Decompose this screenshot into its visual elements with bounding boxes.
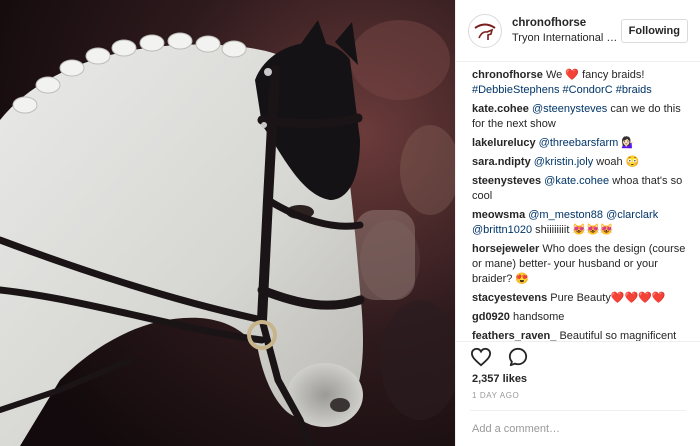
comment-username[interactable]: feathers_raven_ xyxy=(472,330,556,341)
post-timestamp[interactable]: 1 DAY AGO xyxy=(456,385,700,400)
header-text: chronofhorse Tryon International Equestr… xyxy=(512,17,621,44)
comment-text: woah 😳 xyxy=(596,156,640,168)
comment-text: Pure Beauty❤️❤️❤️❤️ xyxy=(550,292,666,304)
comment-item: sara.ndipty @kristin.joly woah 😳 xyxy=(472,155,688,170)
post-photo[interactable] xyxy=(0,0,455,446)
comment-username[interactable]: steenysteves xyxy=(472,175,541,187)
comment-username[interactable]: meowsma xyxy=(472,209,525,221)
comment-text: Beautiful so magnificent xyxy=(559,330,677,341)
caption-text-before: We xyxy=(545,69,563,81)
comment-username[interactable]: stacyestevens xyxy=(472,292,547,304)
comment-text: shiiiiiiiit 😻😻😻 xyxy=(535,224,614,236)
comment-username[interactable]: gd0920 xyxy=(472,311,510,323)
following-button[interactable]: Following xyxy=(620,18,688,43)
comment-item: meowsma @m_meston88 @clarclark @brittn10… xyxy=(472,208,688,238)
comment-username[interactable]: lakelurelucy xyxy=(472,137,536,149)
comments-list: chronofhorse We ❤️ fancy braids! #Debbie… xyxy=(456,62,700,341)
heart-outline-icon[interactable] xyxy=(470,347,492,367)
horse-photo-image xyxy=(0,0,455,446)
comment-mention[interactable]: @kristin.joly xyxy=(534,156,593,168)
instagram-post: chronofhorse Tryon International Equestr… xyxy=(0,0,700,446)
comment-text: handsome xyxy=(512,311,565,323)
heart-emoji: ❤️ xyxy=(565,69,580,81)
add-comment-box xyxy=(470,410,686,446)
likes-count[interactable]: 2,357 likes xyxy=(456,371,700,385)
caption-text-after: fancy braids! xyxy=(582,69,645,81)
username[interactable]: chronofhorse xyxy=(512,17,621,29)
avatar[interactable] xyxy=(468,13,502,48)
comment-item: stacyestevens Pure Beauty❤️❤️❤️❤️ xyxy=(472,291,688,306)
comment-mention[interactable]: @threebarsfarm xyxy=(539,137,619,149)
comment-username[interactable]: horsejeweler xyxy=(472,243,539,255)
comment-item: steenysteves @kate.cohee whoa that's so … xyxy=(472,174,688,204)
comment-mention[interactable]: @steenysteves xyxy=(532,103,607,115)
caption-username[interactable]: chronofhorse xyxy=(472,69,543,81)
action-bar xyxy=(456,341,700,371)
caption-hashtags[interactable]: #DebbieStephens #CondorC #braids xyxy=(472,84,652,96)
comment-mention[interactable]: @kate.cohee xyxy=(544,175,609,187)
comment-text: 💁🏻‍♀️ xyxy=(621,137,636,149)
comment-bubble-icon[interactable] xyxy=(508,347,528,367)
add-comment-input[interactable] xyxy=(472,422,686,435)
comment-item: kate.cohee @steenysteves can we do this … xyxy=(472,102,688,132)
caption: chronofhorse We ❤️ fancy braids! #Debbie… xyxy=(472,68,688,98)
comment-username[interactable]: sara.ndipty xyxy=(472,156,531,168)
comment-item: lakelurelucy @threebarsfarm 💁🏻‍♀️ xyxy=(472,136,688,151)
post-sidebar: chronofhorse Tryon International Equestr… xyxy=(455,0,700,446)
comment-username[interactable]: kate.cohee xyxy=(472,103,529,115)
post-header: chronofhorse Tryon International Equestr… xyxy=(456,0,700,62)
comment-item: feathers_raven_ Beautiful so magnificent xyxy=(472,329,688,341)
location[interactable]: Tryon International Equestrian Center xyxy=(512,32,621,44)
chronicle-logo-icon xyxy=(471,16,499,45)
comment-item: gd0920 handsome xyxy=(472,310,688,325)
comment-item: horsejeweler Who does the design (course… xyxy=(472,242,688,287)
